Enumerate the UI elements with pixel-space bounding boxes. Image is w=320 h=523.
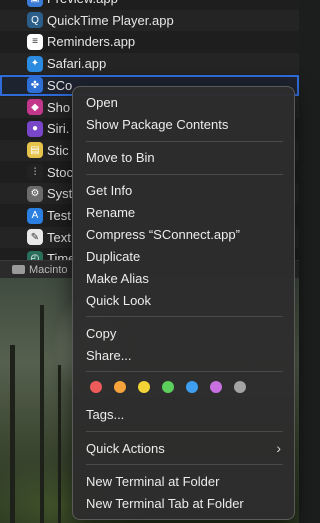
menu-item-move-to-bin[interactable]: Move to Bin — [78, 147, 289, 167]
menu-separator — [86, 316, 283, 317]
menu-item-label: Quick Actions — [86, 440, 165, 456]
menu-item-label: Tags... — [86, 406, 125, 422]
menu-item-compress[interactable]: Compress “SConnect.app” — [78, 224, 289, 244]
menu-item-get-info[interactable]: Get Info — [78, 180, 289, 200]
path-bar-label[interactable]: Macinto — [29, 264, 68, 276]
menu-item-tags[interactable]: Tags... — [78, 404, 289, 424]
menu-item-label: Quick Look — [86, 292, 152, 308]
tree-trunk — [40, 305, 44, 523]
menu-item-label: New Terminal at Folder — [86, 473, 220, 489]
quicktime-icon: Q — [27, 12, 43, 29]
chevron-right-icon: › — [276, 440, 281, 456]
file-row[interactable]: Q QuickTime Player.app — [0, 9, 299, 31]
file-name: QuickTime Player.app — [47, 12, 174, 28]
file-row[interactable]: ▣ Preview.app — [0, 0, 299, 9]
textedit-icon: ✎ — [27, 229, 43, 246]
tree-trunk — [58, 365, 61, 523]
sconnect-icon: ✤ — [27, 77, 43, 94]
file-name: Preview.app — [47, 0, 118, 6]
tree-trunk — [10, 345, 15, 523]
menu-item-duplicate[interactable]: Duplicate — [78, 246, 289, 266]
file-name: Reminders.app — [47, 34, 136, 50]
file-name: Stoc — [47, 164, 74, 180]
file-name: Siri. — [47, 121, 70, 137]
safari-icon: ✦ — [27, 55, 43, 72]
file-name: Stic — [47, 142, 69, 158]
reminders-icon: ≡ — [27, 33, 43, 50]
tag-color-dot[interactable] — [90, 381, 102, 393]
menu-separator — [86, 174, 283, 175]
menu-item-show-package-contents[interactable]: Show Package Contents — [78, 114, 289, 134]
file-row[interactable]: ✦ Safari.app — [0, 53, 299, 75]
file-row[interactable]: ≡ Reminders.app — [0, 31, 299, 52]
menu-separator — [86, 431, 283, 432]
menu-item-label: Rename — [86, 204, 136, 220]
preview-icon: ▣ — [27, 0, 43, 7]
tag-color-row — [90, 381, 258, 393]
menu-item-new-terminal[interactable]: New Terminal at Folder — [78, 471, 289, 491]
file-name: Sho — [47, 99, 71, 115]
menu-item-new-terminal-tab[interactable]: New Terminal Tab at Folder — [78, 493, 289, 513]
menu-item-quick-actions[interactable]: Quick Actions › — [78, 438, 289, 458]
stocks-icon: ⫶ — [27, 164, 43, 181]
menu-item-label: Share... — [86, 347, 132, 363]
tag-color-dot[interactable] — [186, 381, 198, 393]
testflight-icon: A — [27, 207, 43, 224]
menu-item-share[interactable]: Share... — [78, 345, 289, 365]
tag-color-dot[interactable] — [234, 381, 246, 393]
menu-item-label: New Terminal Tab at Folder — [86, 495, 244, 511]
menu-item-quick-look[interactable]: Quick Look — [78, 290, 289, 310]
file-name: Test — [47, 208, 71, 223]
file-name: Text — [47, 229, 71, 245]
tag-color-dot[interactable] — [210, 381, 222, 393]
tag-color-dot[interactable] — [114, 381, 126, 393]
menu-item-rename[interactable]: Rename — [78, 202, 289, 222]
menu-item-make-alias[interactable]: Make Alias — [78, 268, 289, 288]
file-name: Safari.app — [47, 56, 107, 72]
shortcuts-icon: ◆ — [27, 99, 43, 115]
menu-separator — [86, 371, 283, 372]
file-name: Syst — [47, 186, 73, 202]
menu-item-label: Open — [86, 94, 118, 110]
menu-item-open[interactable]: Open — [78, 92, 289, 112]
menu-item-label: Get Info — [86, 182, 133, 198]
menu-item-label: Show Package Contents — [86, 116, 229, 132]
menu-item-copy[interactable]: Copy — [78, 323, 289, 343]
system-preferences-icon: ⚙ — [27, 185, 43, 202]
menu-separator — [86, 141, 283, 142]
menu-item-label: Make Alias — [86, 270, 149, 286]
menu-item-label: Copy — [86, 325, 117, 341]
hard-drive-icon — [12, 265, 25, 274]
menu-item-label: Move to Bin — [86, 149, 155, 165]
menu-separator — [86, 464, 283, 465]
menu-item-label: Duplicate — [86, 248, 141, 264]
menu-item-label: Compress “SConnect.app” — [86, 226, 240, 242]
siri-icon: ● — [27, 120, 43, 137]
tag-color-dot[interactable] — [162, 381, 174, 393]
context-menu: Open Show Package Contents Move to Bin G… — [72, 86, 295, 520]
stickies-icon: ▤ — [27, 142, 43, 159]
file-name: SCo — [47, 77, 73, 93]
tag-color-dot[interactable] — [138, 381, 150, 393]
